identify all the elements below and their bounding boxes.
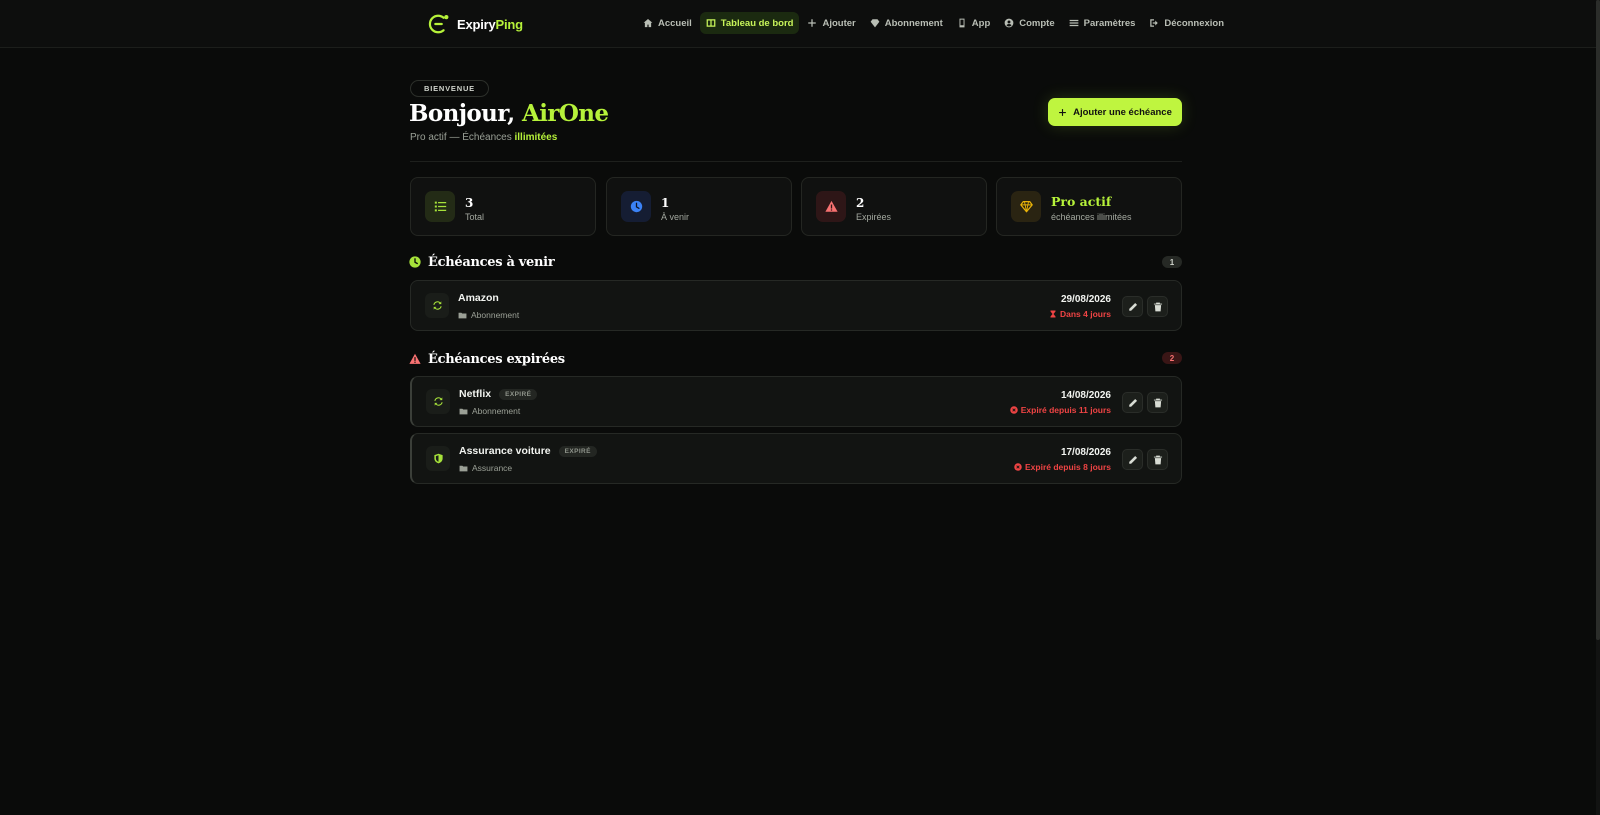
home-icon [643, 18, 653, 28]
header-divider [410, 161, 1182, 162]
navbar: ExpiryPing Accueil Tableau de bord Ajout… [0, 0, 1596, 48]
hourglass-icon [1050, 310, 1056, 318]
delete-button[interactable] [1147, 296, 1168, 317]
list-icon [434, 201, 446, 212]
page-scrollbar[interactable] [1596, 0, 1600, 815]
expired-tag: EXPIRÉ [558, 445, 597, 457]
edit-button[interactable] [1122, 392, 1143, 413]
nav-item-deconnexion[interactable]: Déconnexion [1143, 12, 1230, 34]
main-nav: Accueil Tableau de bord Ajouter Abonneme… [637, 12, 1230, 34]
plus-icon [1059, 108, 1066, 116]
list-item[interactable]: Assurance voiture EXPIRÉ Assurance 17/08… [410, 433, 1182, 484]
x-circle-icon [1014, 463, 1022, 471]
stat-value: 2 [856, 196, 865, 210]
item-title: Assurance voiture [459, 445, 551, 457]
pencil-icon [1128, 398, 1137, 407]
list-item[interactable]: Amazon Abonnement 29/08/2026 Dans 4 jour… [410, 280, 1182, 331]
stat-value: Pro actif [1051, 194, 1112, 209]
clock-icon [409, 256, 421, 268]
trash-icon [1153, 455, 1162, 464]
pencil-icon [1128, 455, 1137, 464]
item-status: Expiré depuis 11 jours [1010, 405, 1111, 415]
plus-icon [808, 19, 817, 27]
stat-value: 3 [465, 196, 474, 210]
folder-icon [459, 465, 468, 471]
item-date: 14/08/2026 [1060, 390, 1111, 401]
item-category: Assurance [459, 463, 512, 473]
stat-card-total: 3 Total [410, 177, 596, 236]
trash-icon [1153, 302, 1162, 311]
gem-icon [1019, 201, 1033, 213]
plan-subtitle: Pro actif — Échéances illimitées [410, 132, 558, 143]
nav-item-tableau-de-bord[interactable]: Tableau de bord [699, 12, 800, 34]
stat-label: Total [465, 212, 485, 222]
user-icon [1004, 18, 1014, 28]
stat-card-plan: Pro actif échéances illimitées [996, 177, 1182, 236]
page-title: Bonjour, AirOne [409, 100, 609, 127]
upcoming-count-badge: 1 [1162, 256, 1182, 268]
nav-item-app[interactable]: App [951, 12, 996, 34]
list-item[interactable]: Netflix EXPIRÉ Abonnement 14/08/2026 Exp… [410, 376, 1182, 427]
stat-card-upcoming: 1 À venir [606, 177, 792, 236]
item-date: 17/08/2026 [1060, 447, 1111, 458]
shield-icon [433, 453, 443, 464]
refresh-icon [432, 301, 442, 310]
user-name: AirOne [521, 100, 609, 127]
mobile-icon [959, 18, 965, 28]
nav-item-ajouter[interactable]: Ajouter [801, 12, 861, 34]
section-expired-header: Échéances expirées [409, 350, 565, 368]
delete-button[interactable] [1147, 449, 1168, 470]
nav-item-compte[interactable]: Compte [998, 12, 1060, 34]
sliders-icon [1069, 19, 1078, 27]
x-circle-icon [1010, 406, 1018, 414]
item-category: Abonnement [459, 406, 520, 416]
pencil-icon [1128, 302, 1137, 311]
add-deadline-button[interactable]: Ajouter une échéance [1048, 98, 1182, 126]
diamond-icon [870, 19, 880, 28]
item-title: Netflix [459, 388, 492, 400]
brand-name: ExpiryPing [457, 16, 523, 32]
item-date: 29/08/2026 [1060, 294, 1111, 305]
edit-button[interactable] [1122, 449, 1143, 470]
brand[interactable]: ExpiryPing [428, 12, 523, 36]
trash-icon [1153, 398, 1162, 407]
stat-value: 1 [661, 196, 670, 210]
delete-button[interactable] [1147, 392, 1168, 413]
logout-icon [1150, 19, 1159, 27]
stat-label: échéances illimitées [1051, 212, 1132, 222]
nav-item-accueil[interactable]: Accueil [637, 12, 698, 34]
warning-icon [409, 353, 421, 364]
item-category: Abonnement [458, 310, 519, 320]
clock-icon [630, 200, 642, 213]
section-upcoming-header: Échéances à venir [409, 253, 555, 271]
item-status: Dans 4 jours [1049, 309, 1111, 319]
expired-count-badge: 2 [1162, 352, 1182, 364]
dashboard-icon [706, 19, 716, 27]
stat-label: Expirées [856, 212, 892, 222]
stat-label: À venir [661, 212, 690, 222]
nav-item-parametres[interactable]: Paramètres [1063, 12, 1142, 34]
refresh-icon [433, 397, 443, 406]
warning-icon [824, 200, 838, 212]
welcome-badge: BIENVENUE [410, 80, 489, 97]
item-title: Amazon [458, 292, 499, 304]
item-status: Expiré depuis 8 jours [1014, 462, 1111, 472]
expiryping-logo-icon [428, 14, 449, 34]
edit-button[interactable] [1122, 296, 1143, 317]
folder-icon [458, 312, 467, 318]
nav-item-abonnement[interactable]: Abonnement [864, 12, 949, 34]
scrollbar-thumb[interactable] [1596, 0, 1600, 640]
stat-card-expired: 2 Expirées [801, 177, 987, 236]
expired-tag: EXPIRÉ [499, 388, 538, 400]
folder-icon [459, 408, 468, 414]
